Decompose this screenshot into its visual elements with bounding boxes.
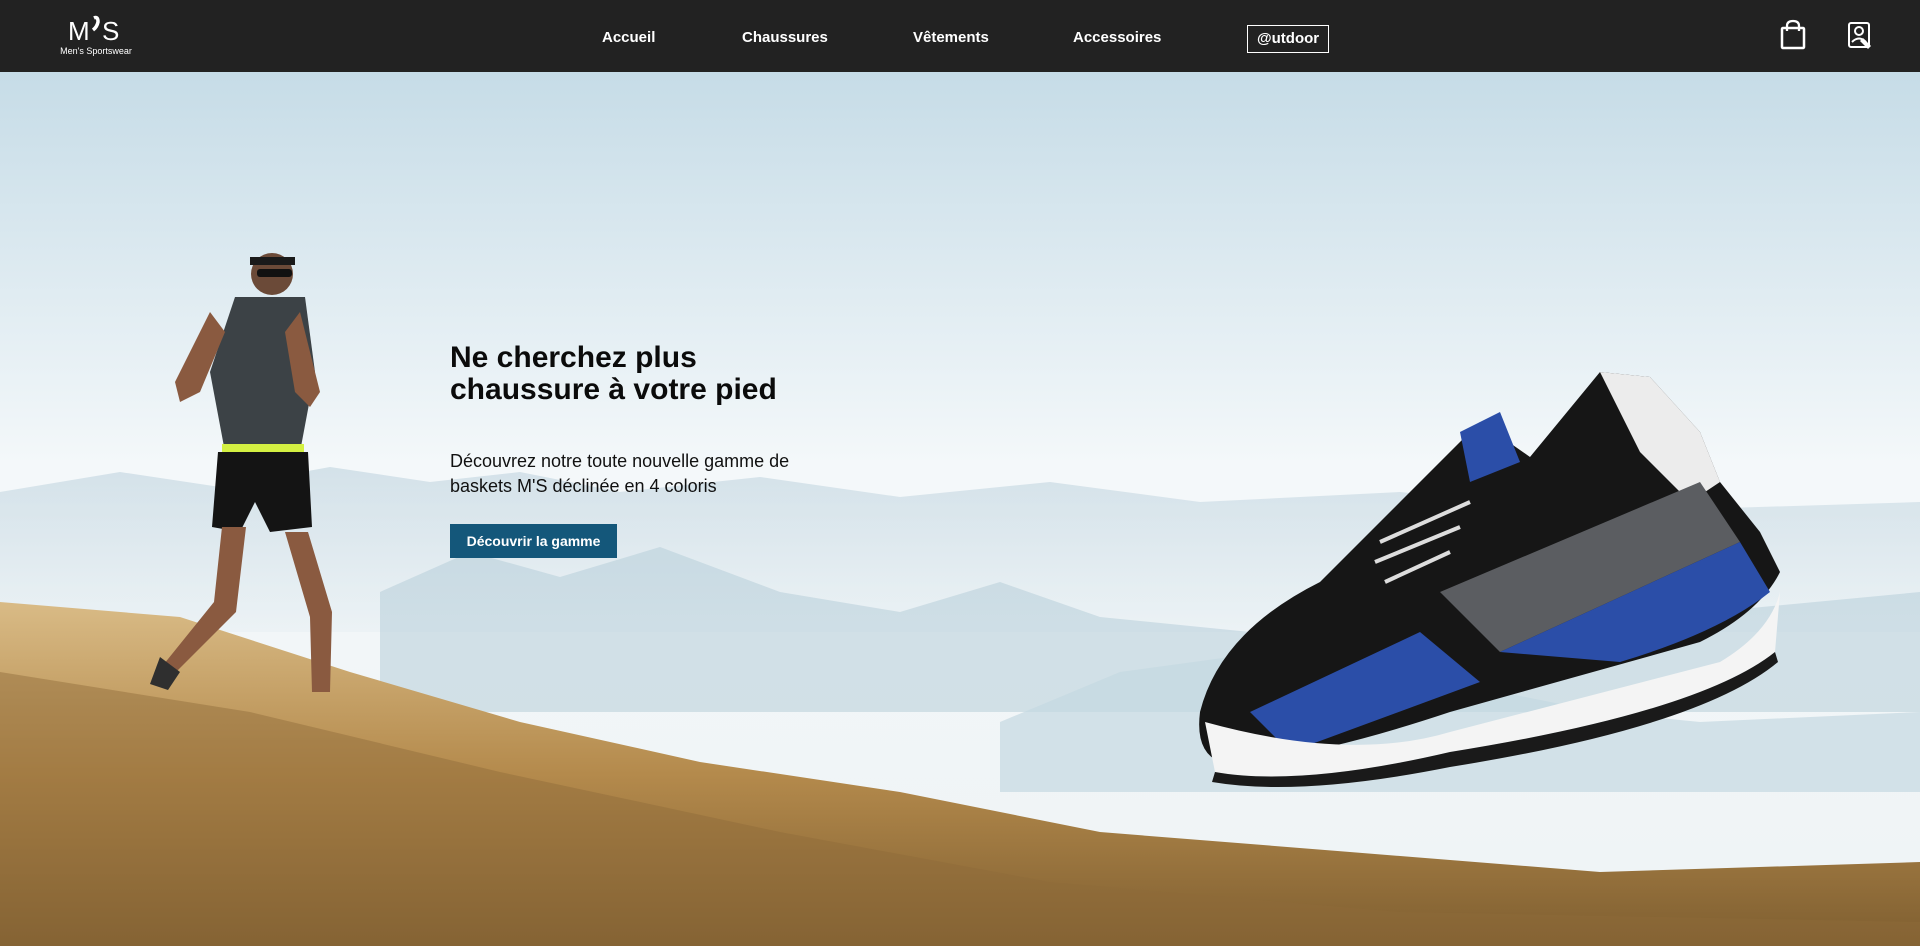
account-button[interactable]	[1843, 18, 1877, 54]
hero-banner: Ne cherchez plus chaussure à votre pied …	[0, 72, 1920, 946]
nav-item-accueil[interactable]: Accueil	[602, 29, 655, 46]
hero-description-line-2: baskets M'S déclinée en 4 coloris	[450, 476, 717, 496]
hero-background-image	[0, 72, 1920, 946]
nav-item-outdoor[interactable]: @utdoor	[1247, 25, 1330, 53]
main-navigation: Accueil Chaussures Vêtements Accessoires…	[0, 0, 1920, 72]
top-navigation-bar: M S Men's Sportswear Accueil Chaussures …	[0, 0, 1920, 72]
nav-item-accessoires[interactable]: Accessoires	[1073, 29, 1161, 46]
discover-range-button[interactable]: Découvrir la gamme	[450, 524, 617, 558]
hero-title-line-2: chaussure à votre pied	[450, 373, 777, 406]
hero-description: Découvrez notre toute nouvelle gamme de …	[450, 449, 830, 499]
hero-description-line-1: Découvrez notre toute nouvelle gamme de	[450, 451, 790, 471]
user-id-icon	[1848, 22, 1871, 49]
cart-button[interactable]	[1776, 18, 1810, 54]
shopping-bag-icon	[1780, 19, 1806, 50]
nav-item-chaussures[interactable]: Chaussures	[742, 29, 828, 46]
hero-title-line-1: Ne cherchez plus	[450, 341, 697, 374]
nav-item-vetements[interactable]: Vêtements	[913, 29, 989, 46]
hero-title: Ne cherchez plus chaussure à votre pied	[450, 342, 870, 406]
